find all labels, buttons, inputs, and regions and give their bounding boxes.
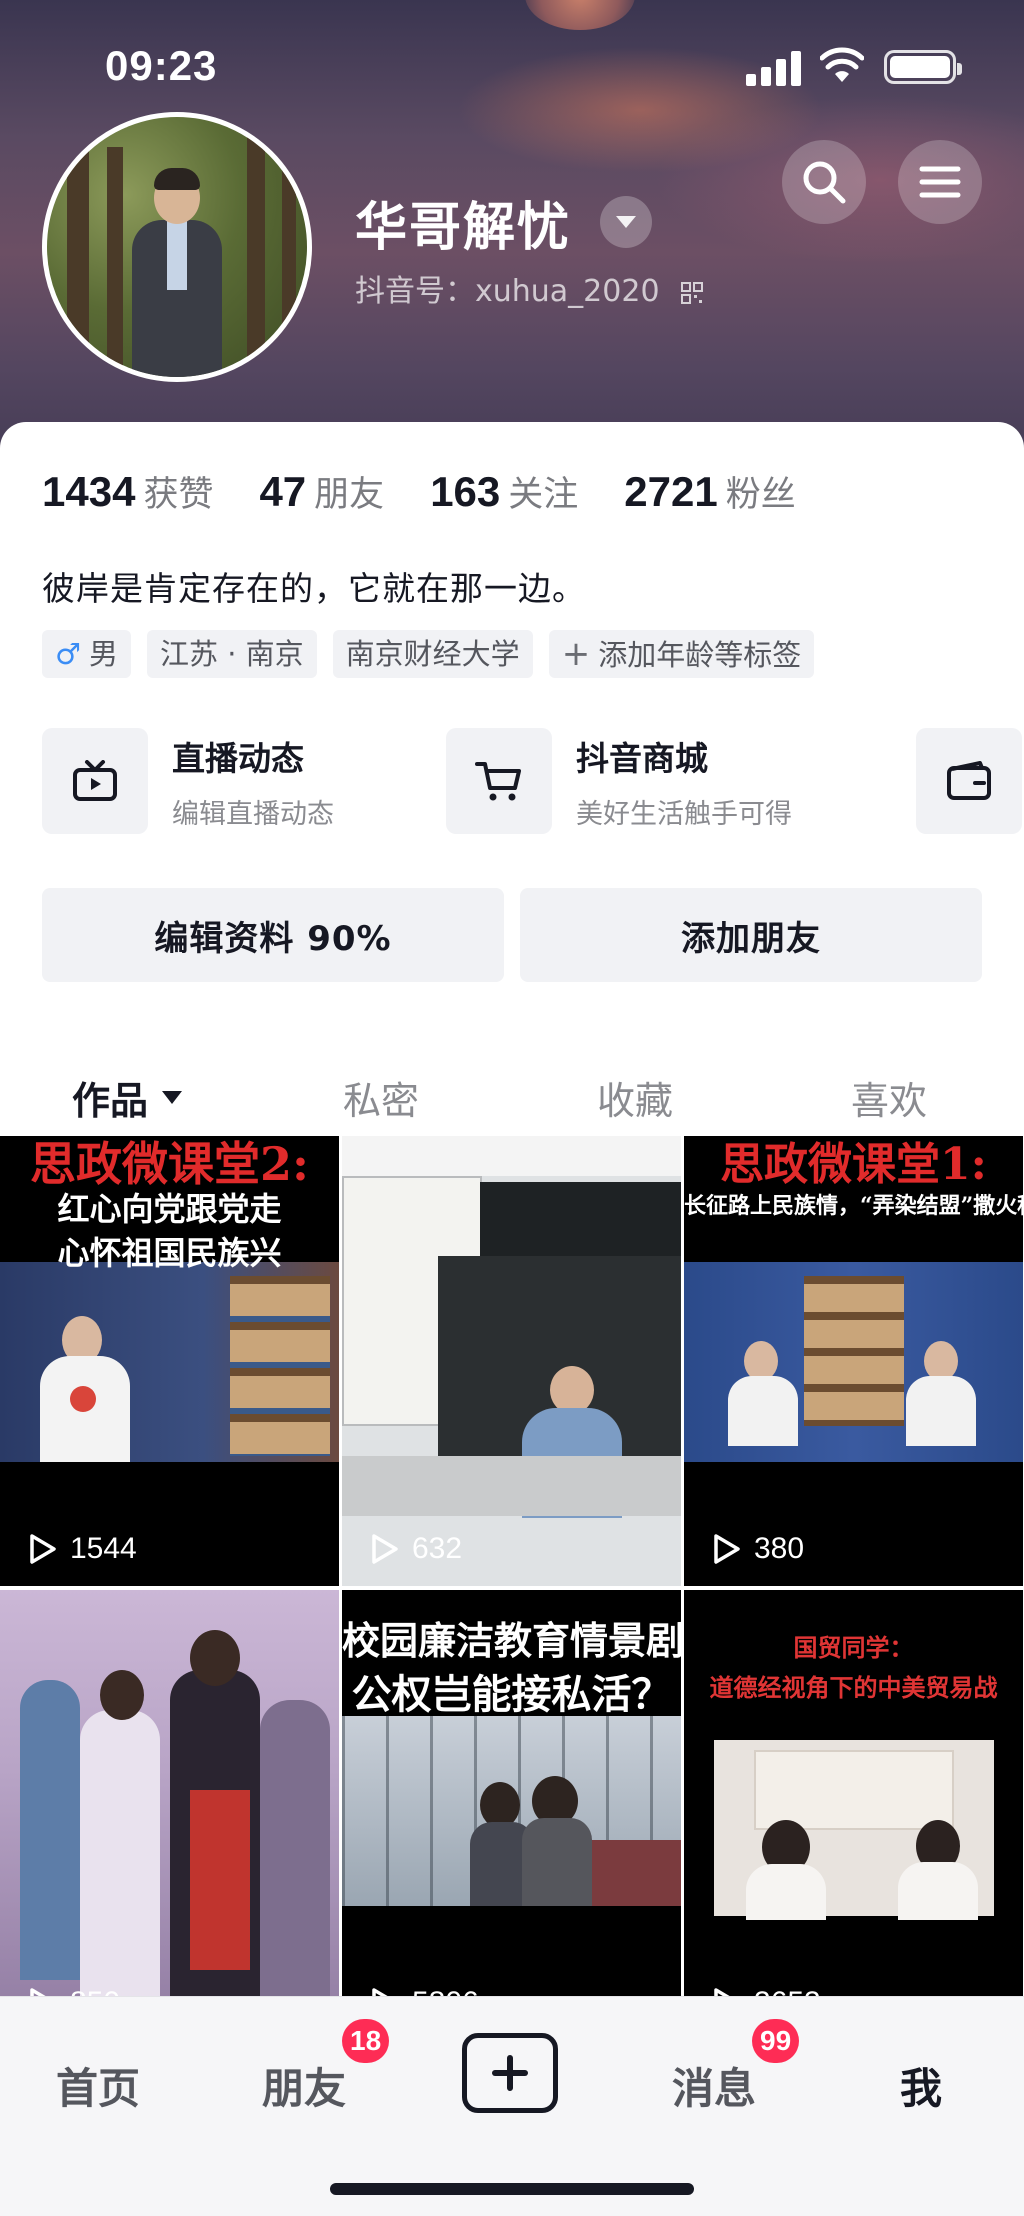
tag-add-text: 添加年龄等标签 [598,638,802,672]
play-count: 380 [712,1532,804,1566]
profile-header: 09:23 华哥解忧 抖音号：xuhua_2020 [0,0,1024,460]
profile-stats: 1434 获赞 47 朋友 163 关注 2721 粉丝 [42,466,842,517]
video-caption: 思政微课堂1: [720,1139,987,1190]
video-thumbnail[interactable]: 632 [342,1136,681,1586]
add-friend-button[interactable]: 添加朋友 [520,888,982,982]
video-caption: 公权岂能接私活？ [351,1671,672,1718]
search-button[interactable] [782,140,866,224]
stat-label: 获赞 [143,475,214,515]
video-caption: 心怀祖国民族兴 [57,1234,282,1272]
create-button[interactable] [462,2033,558,2113]
nav-friends[interactable]: 朋友 [262,2055,346,2116]
tag-add[interactable]: + 添加年龄等标签 [548,630,815,678]
tag-school[interactable]: 南京财经大学 [332,630,533,678]
stat-value: 2721 [624,468,718,515]
douyin-id[interactable]: 抖音号：xuhua_2020 [355,266,704,310]
stat-likes[interactable]: 1434 获赞 [42,466,213,517]
play-icon [372,1534,398,1564]
service-shortcuts: 直播动态 编辑直播动态 抖音商城 美好生活触手可得 [42,728,1024,838]
tab-label: 作品 [71,1078,148,1123]
stat-friends[interactable]: 47 朋友 [259,466,384,517]
play-icon [30,1534,56,1564]
nav-home[interactable]: 首页 [56,2055,140,2116]
stat-label: 朋友 [314,475,385,515]
nav-messages[interactable]: 消息 [672,2055,756,2116]
male-icon: ♂ [55,637,81,671]
plus-icon: + [561,634,591,674]
service-title: 抖音商城 [576,738,708,778]
profile-tags: ♂ 男 江苏 · 南京 南京财经大学 + 添加年龄等标签 [42,630,830,678]
caret-down-icon [162,1090,182,1104]
service-subtitle: 编辑直播动态 [172,798,334,830]
play-count-value: 380 [754,1532,805,1565]
search-icon [803,161,846,204]
video-thumbnail[interactable]: 国贸同学： 道德经视角下的中美贸易战 3653 [684,1590,1023,2040]
plus-icon [492,2055,528,2091]
play-count: 1544 [28,1532,137,1566]
stat-following[interactable]: 163 关注 [430,466,578,517]
nav-me[interactable]: 我 [900,2055,942,2116]
tag-location[interactable]: 江苏 · 南京 [147,630,317,678]
status-time: 09:23 [105,42,218,89]
wallet-icon [916,728,1022,834]
video-thumbnail[interactable]: 校园廉洁教育情景剧： 公权岂能接私活？ 5806 [342,1590,681,2040]
tag-gender-text: 男 [89,637,119,671]
tv-icon [42,728,148,834]
avatar[interactable] [42,112,312,382]
stat-label: 粉丝 [725,475,796,515]
play-icon [714,1534,740,1564]
wifi-icon [820,47,864,82]
profile-nickname: 华哥解忧 [355,198,572,258]
menu-icon [919,166,961,198]
douyin-id-text: 抖音号：xuhua_2020 [355,274,660,309]
video-caption: 道德经视角下的中美贸易战 [709,1673,998,1702]
service-live[interactable]: 直播动态 编辑直播动态 [42,728,334,834]
video-thumbnail[interactable]: 思政微课堂1: 长征路上民族情，“弄染结盟”撒火种 380 [684,1136,1023,1586]
home-indicator [330,2183,694,2195]
video-thumbnail[interactable]: 850 [0,1590,339,2040]
battery-icon [884,50,962,84]
account-switch-dropdown-icon[interactable] [600,196,652,248]
video-thumbnail[interactable]: 思政微课堂2: 红心向党跟党走 心怀祖国民族兴 1544 [0,1136,339,1586]
cart-icon [446,728,552,834]
video-caption: 校园廉洁教育情景剧： [342,1618,681,1663]
tag-gender[interactable]: ♂ 男 [42,630,132,678]
bottom-navigation: 首页 朋友 18 消息 99 我 [0,1996,1024,2216]
profile-bio[interactable]: 彼岸是肯定存在的，它就在那一边。 [42,562,586,610]
friends-badge: 18 [342,2019,390,2063]
stat-label: 关注 [508,475,579,515]
cellular-signal-icon [746,50,802,86]
service-title: 直播动态 [172,738,304,778]
service-wallet[interactable] [916,728,1022,834]
messages-badge: 99 [752,2019,800,2063]
stat-followers[interactable]: 2721 粉丝 [624,466,795,517]
edit-profile-button[interactable]: 编辑资料 90% [42,888,504,982]
qr-code-icon[interactable] [681,281,704,304]
video-caption: 红心向党跟党走 [57,1190,282,1228]
service-subtitle: 美好生活触手可得 [576,798,792,830]
video-caption: 国贸同学： [793,1633,914,1662]
video-caption: 长征路上民族情，“弄染结盟”撒火种 [684,1193,1023,1219]
play-count-value: 1544 [70,1532,137,1565]
play-count: 632 [370,1532,462,1566]
stat-value: 1434 [42,468,136,515]
stat-value: 47 [259,468,307,515]
status-bar: 09:23 [0,0,1024,130]
menu-button[interactable] [898,140,982,224]
play-count-value: 632 [412,1532,463,1565]
stat-value: 163 [430,468,501,515]
service-mall[interactable]: 抖音商城 美好生活触手可得 [446,728,792,834]
